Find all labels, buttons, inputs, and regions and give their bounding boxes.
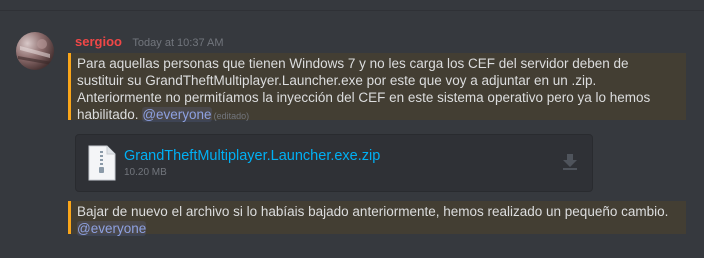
message-content: Para aquellas personas que tienen Window…: [68, 53, 686, 122]
edited-label: (editado): [213, 111, 250, 121]
message-line: @everyone: [77, 220, 686, 237]
message-header: sergioo Today at 10:37 AM: [75, 33, 224, 51]
everyone-mention[interactable]: @everyone: [77, 221, 147, 236]
followup-text: Bajar de nuevo el archivo si lo habíais …: [77, 204, 669, 219]
message-line-text: habilitado.: [77, 107, 139, 122]
message-line: Para aquellas personas que tienen Window…: [77, 56, 629, 71]
timestamp: Today at 10:37 AM: [132, 37, 224, 49]
message-line: sustituir su GrandTheftMultiplayer.Launc…: [77, 73, 597, 88]
file-attachment: GrandTheftMultiplayer.Launcher.exe.zip 1…: [75, 134, 593, 192]
file-icon: [88, 145, 116, 181]
everyone-mention[interactable]: @everyone: [142, 107, 212, 122]
message-line: habilitado. @everyone (editado): [77, 106, 686, 125]
username[interactable]: sergioo: [75, 34, 122, 49]
divider: [0, 10, 704, 11]
message-line: Anteriormente no permitíamos la inyecció…: [77, 90, 651, 105]
file-name-link[interactable]: GrandTheftMultiplayer.Launcher.exe.zip: [124, 148, 380, 164]
followup-message: Bajar de nuevo el archivo si lo habíais …: [68, 201, 686, 237]
avatar[interactable]: [16, 32, 54, 70]
file-size: 10.20 MB: [124, 167, 167, 178]
download-icon[interactable]: [562, 153, 578, 171]
